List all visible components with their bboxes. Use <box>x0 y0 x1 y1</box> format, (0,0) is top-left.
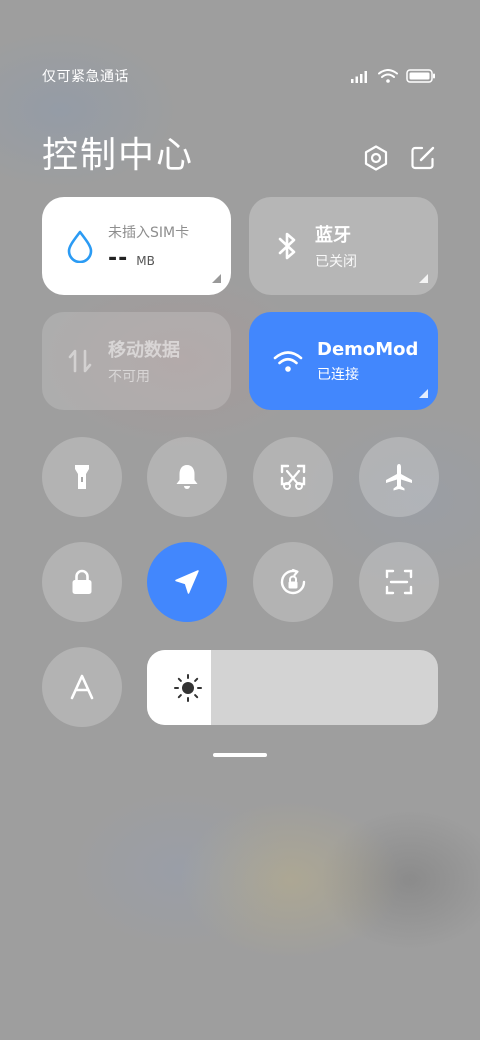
screenshot-toggle[interactable] <box>253 437 333 517</box>
settings-icon <box>364 145 388 171</box>
location-toggle[interactable] <box>147 542 227 622</box>
mobile-data-tile[interactable]: 移动数据 不可用 <box>42 312 231 410</box>
bluetooth-icon <box>278 232 296 260</box>
scanner-toggle[interactable] <box>359 542 439 622</box>
screenshot-icon <box>280 464 306 490</box>
mobile-data-status: 不可用 <box>108 369 150 385</box>
expand-corner-icon <box>419 389 428 398</box>
sim-status-label: 未插入SIM卡 <box>108 224 190 241</box>
data-usage-value: -- <box>108 245 129 271</box>
location-arrow-icon <box>175 570 199 594</box>
data-usage-tile[interactable]: 未插入SIM卡 -- MB <box>42 197 231 295</box>
wifi-status: 已连接 <box>317 366 359 383</box>
text-size-toggle[interactable] <box>42 647 122 727</box>
signal-icon <box>351 71 367 83</box>
droplet-icon <box>67 230 93 263</box>
flashlight-icon <box>75 465 89 489</box>
text-size-icon <box>70 674 94 700</box>
edit-button[interactable] <box>408 143 438 173</box>
wifi-icon <box>378 69 398 83</box>
expand-corner-icon <box>212 274 221 283</box>
settings-button[interactable] <box>361 143 391 173</box>
airplane-icon <box>386 464 412 491</box>
page-title: 控制中心 <box>42 135 195 176</box>
bluetooth-tile[interactable]: 蓝牙 已关闭 <box>249 197 438 295</box>
mobile-data-arrows-icon <box>68 349 92 373</box>
status-bar: 仅可紧急通话 <box>42 62 436 90</box>
scan-icon <box>385 569 413 595</box>
lock-screen-toggle[interactable] <box>42 542 122 622</box>
mobile-data-title: 移动数据 <box>108 340 180 361</box>
bluetooth-title: 蓝牙 <box>315 225 351 246</box>
mute-toggle[interactable] <box>147 437 227 517</box>
edit-icon <box>411 146 435 170</box>
battery-icon <box>406 69 435 83</box>
bluetooth-status: 已关闭 <box>315 254 357 270</box>
bell-icon <box>176 465 198 489</box>
brightness-slider[interactable] <box>147 650 438 725</box>
wifi-icon <box>273 351 303 372</box>
rotate-lock-icon <box>280 568 306 595</box>
wifi-ssid: DemoMode <box>317 338 417 360</box>
brightness-icon <box>174 674 202 702</box>
auto-rotate-toggle[interactable] <box>253 542 333 622</box>
wifi-tile[interactable]: DemoMode 已连接 <box>249 312 438 410</box>
data-usage-unit: MB <box>136 253 155 268</box>
status-icons <box>350 69 436 83</box>
lock-icon <box>72 569 92 594</box>
carrier-text: 仅可紧急通话 <box>42 69 129 85</box>
expand-corner-icon <box>419 274 428 283</box>
flashlight-toggle[interactable] <box>42 437 122 517</box>
drag-handle[interactable] <box>213 753 267 757</box>
airplane-mode-toggle[interactable] <box>359 437 439 517</box>
